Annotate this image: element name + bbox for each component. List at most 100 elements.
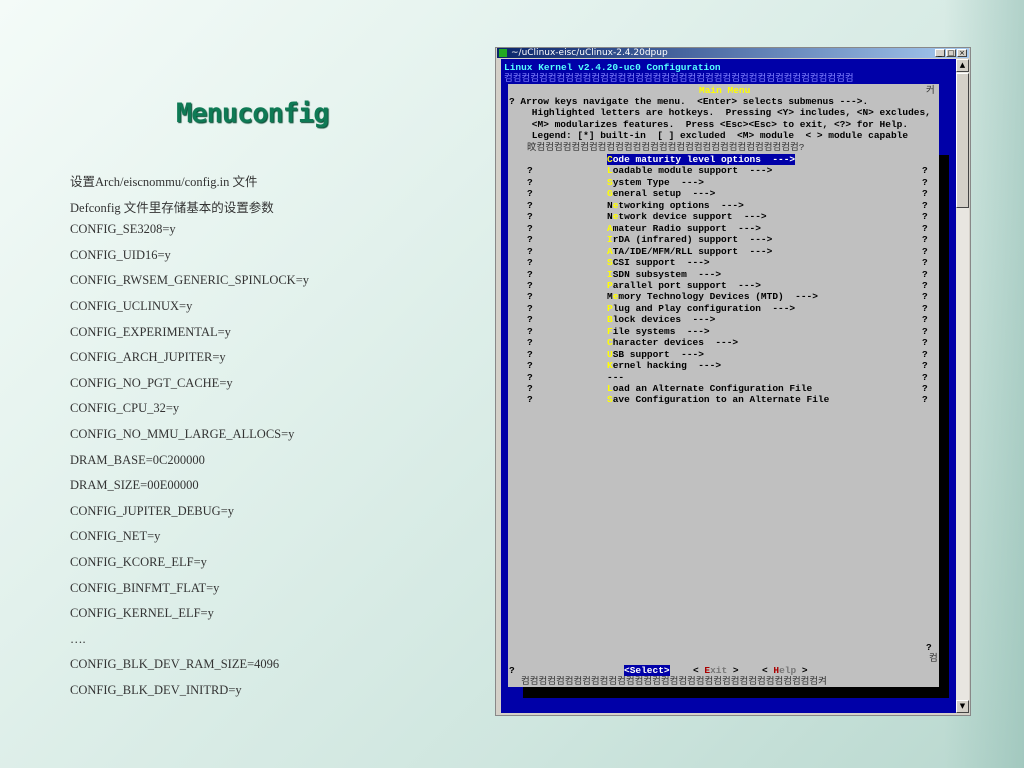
- exit-button[interactable]: < Exit >: [693, 665, 739, 676]
- item-marker: ?: [922, 245, 928, 257]
- terminal-screen[interactable]: Linux Kernel v2.4.20-uc0 Configuration 컴…: [501, 59, 956, 713]
- close-button[interactable]: ×: [957, 49, 967, 57]
- item-marker: ?: [922, 199, 928, 211]
- config-line: CONFIG_UCLINUX=y: [70, 299, 193, 313]
- help-line: <M> modularizes features. Press <Esc><Es…: [509, 118, 909, 130]
- item-rest: SDN subsystem --->: [612, 268, 722, 280]
- minimize-button[interactable]: _: [935, 49, 945, 57]
- item-marker: ?: [922, 268, 928, 280]
- scroll-down-arrow[interactable]: ▼: [956, 700, 969, 713]
- item-rest: SB support --->: [612, 348, 704, 360]
- item-marker: ?: [527, 211, 533, 223]
- menu-item[interactable]: Loadable module support --->: [607, 165, 772, 176]
- config-line: CONFIG_UID16=y: [70, 247, 171, 262]
- help-button[interactable]: < Help >: [762, 665, 808, 676]
- menu-item[interactable]: Parallel port support --->: [607, 280, 761, 291]
- item-marker: ?: [922, 383, 928, 394]
- menu-item[interactable]: File systems --->: [607, 326, 710, 337]
- config-line: CONFIG_JUPITER_DEBUG=y: [70, 503, 235, 518]
- menu-item[interactable]: Network device support --->: [607, 211, 767, 222]
- config-line: CONFIG_BLK_DEV_INITRD=y: [70, 683, 242, 697]
- select-label: <Select>: [624, 665, 670, 676]
- item-marker: ?: [922, 211, 928, 223]
- item-rest: oadable module support --->: [612, 165, 773, 177]
- label: xit: [710, 665, 728, 676]
- item-rest: lock devices --->: [612, 314, 716, 326]
- config-line: CONFIG_ARCH_JUPITER=y: [70, 350, 226, 365]
- bracket: <: [762, 665, 774, 676]
- config-line: CONFIG_KERNEL_ELF=y: [70, 606, 214, 621]
- item-marker: ?: [922, 337, 928, 349]
- item-marker: ?: [922, 234, 928, 246]
- menu-item[interactable]: Networking options --->: [607, 200, 744, 211]
- config-line: CONFIG_RWSEM_GENERIC_SPINLOCK=y: [70, 273, 310, 288]
- item-marker: ?: [922, 257, 928, 269]
- bracket: >: [727, 665, 739, 676]
- item-marker: ?: [527, 165, 533, 177]
- config-line: CONFIG_EXPERIMENTAL=y: [70, 324, 231, 339]
- config-line: CONFIG_SE3208=y: [70, 222, 176, 237]
- config-line: CONFIG_KCORE_ELF=y: [70, 555, 207, 569]
- menu-item[interactable]: General setup --->: [607, 188, 715, 199]
- item-rest: mateur Radio support --->: [612, 222, 761, 234]
- maximize-button[interactable]: □: [946, 49, 956, 57]
- left-marker: ?: [509, 665, 515, 676]
- scroll-up-arrow[interactable]: ▲: [956, 59, 969, 72]
- menu-item[interactable]: ---: [607, 372, 624, 383]
- item-rest: ernel hacking --->: [612, 360, 722, 372]
- item-marker: ?: [922, 314, 928, 326]
- menu-item[interactable]: ISDN subsystem --->: [607, 269, 721, 280]
- menu-title: Main Menu: [699, 85, 751, 96]
- item-marker: ?: [922, 302, 928, 314]
- item-marker: ?: [922, 394, 928, 406]
- item-marker: ?: [527, 245, 533, 257]
- menu-item[interactable]: USB support --->: [607, 349, 704, 360]
- menu-item[interactable]: Save Configuration to an Alternate File: [607, 394, 829, 405]
- config-line: CONFIG_BLK_DEV_RAM_SIZE=4096: [70, 657, 280, 672]
- menu-item[interactable]: IrDA (infrared) support --->: [607, 234, 772, 245]
- vertical-scrollbar[interactable]: ▲ ▼: [956, 59, 969, 713]
- item-rest: ystem Type --->: [612, 176, 704, 188]
- menu-item[interactable]: Kernel hacking --->: [607, 360, 721, 371]
- select-button[interactable]: <Select>: [624, 665, 670, 676]
- scroll-thumb[interactable]: [956, 73, 969, 208]
- menu-item[interactable]: Code maturity level options --->: [607, 154, 796, 165]
- dialog-shadow-right: [939, 155, 949, 698]
- menu-item[interactable]: Memory Technology Devices (MTD) --->: [607, 291, 818, 302]
- item-marker: ?: [527, 222, 533, 234]
- menu-item[interactable]: ATA/IDE/MFM/RLL support --->: [607, 246, 772, 257]
- slide-title: Menuconfig: [176, 98, 330, 129]
- item-rest: eneral setup --->: [612, 188, 716, 200]
- window-titlebar[interactable]: ~/uClinux-eisc/uClinux-2.4.20dpup _ □ ×: [497, 48, 969, 58]
- item-rest: ile systems --->: [612, 325, 710, 337]
- config-line: CONFIG_CPU_32=y: [70, 401, 180, 416]
- item-marker: ?: [527, 337, 533, 349]
- item-marker: ?: [527, 268, 533, 280]
- config-line: DRAM_SIZE=00E00000: [70, 478, 199, 493]
- menu-item[interactable]: SCSI support --->: [607, 257, 710, 268]
- config-line: 设置Arch/eiscnommu/config.in 文件: [70, 175, 258, 189]
- config-header: Linux Kernel v2.4.20-uc0 Configuration: [504, 62, 721, 73]
- item-marker: ?: [922, 165, 928, 177]
- item-rest: twork device support --->: [618, 211, 767, 223]
- item-marker: ?: [527, 199, 533, 211]
- config-line: Defconfig 文件里存储基本的设置参数: [70, 200, 274, 215]
- item-marker: ?: [922, 279, 928, 291]
- menu-item[interactable]: Plug and Play configuration --->: [607, 303, 795, 314]
- corner-glyph: 커: [926, 85, 935, 96]
- item-marker: ?: [922, 360, 928, 372]
- menu-item[interactable]: Block devices --->: [607, 314, 715, 325]
- item-marker: ?: [527, 188, 533, 200]
- menu-item[interactable]: System Type --->: [607, 177, 704, 188]
- item-marker: ?: [922, 188, 928, 200]
- config-line: CONFIG_BINFMT_FLAT=y: [70, 580, 220, 595]
- item-rest: mory Technology Devices (MTD) --->: [618, 291, 818, 303]
- menu-item[interactable]: Load an Alternate Configuration File: [607, 383, 812, 394]
- item-rest: arallel port support --->: [612, 279, 761, 291]
- config-line: CONFIG_NO_PGT_CACHE=y: [70, 375, 233, 390]
- menu-item[interactable]: Amateur Radio support --->: [607, 223, 761, 234]
- menu-item[interactable]: Character devices --->: [607, 337, 738, 348]
- help-line: ? Arrow keys navigate the menu. <Enter> …: [509, 96, 869, 107]
- bracket: <: [693, 665, 705, 676]
- item-rest: CSI support --->: [612, 257, 710, 269]
